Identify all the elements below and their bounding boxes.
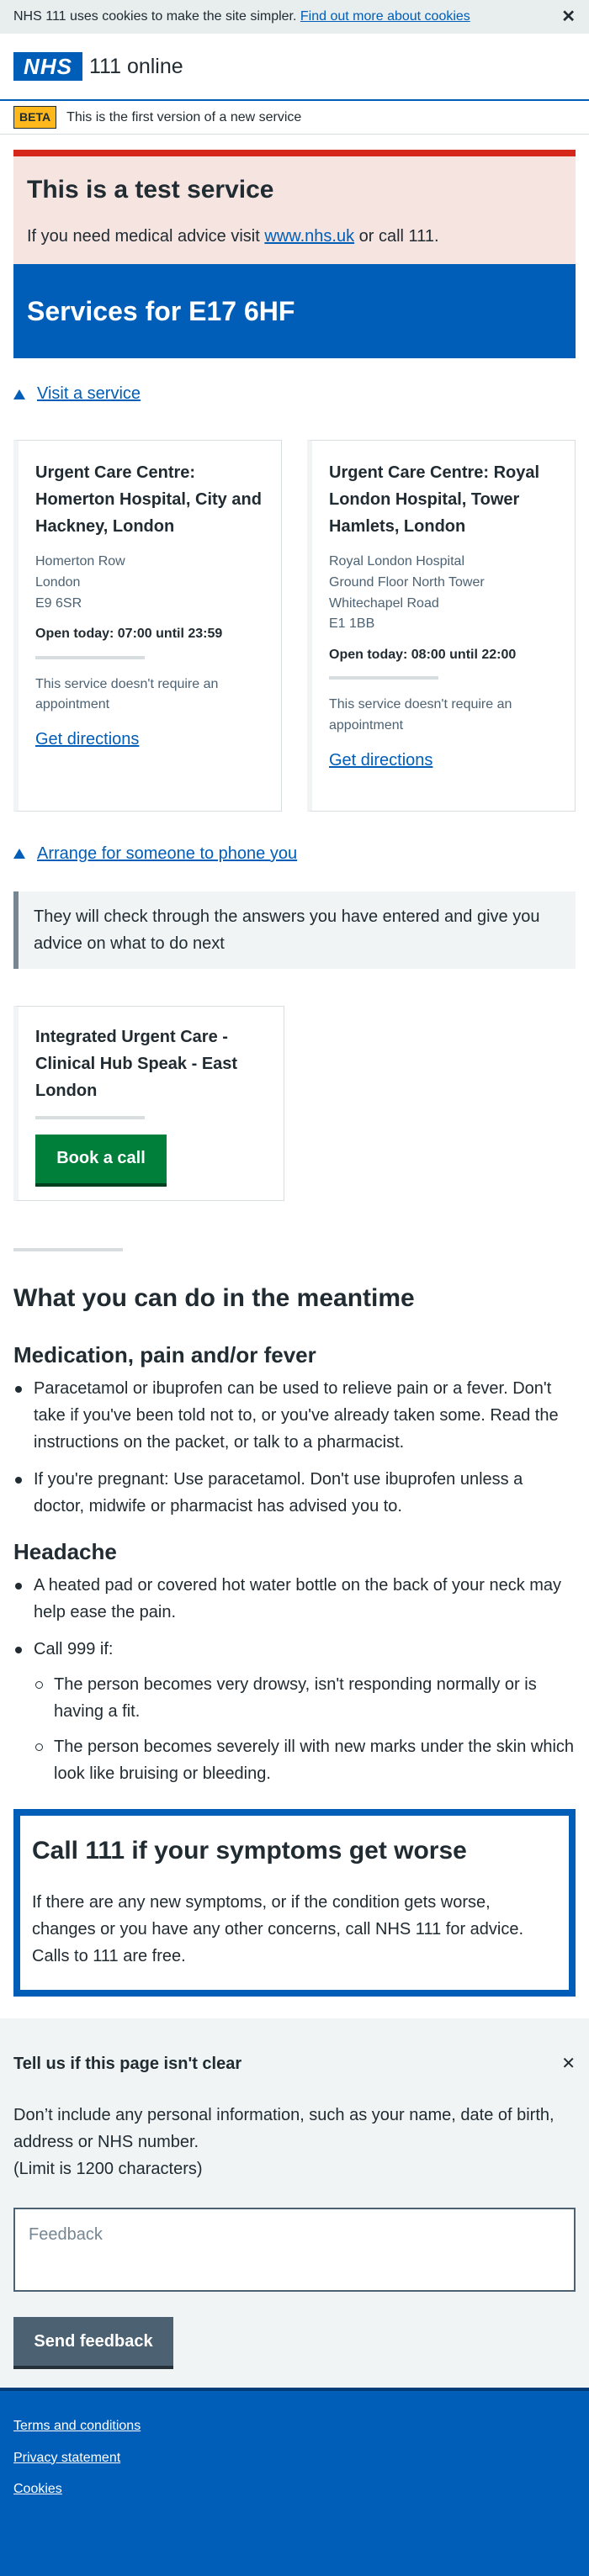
footer-link-terms[interactable]: Terms and conditions	[13, 2416, 576, 2436]
footer-link-cookies[interactable]: Cookies	[13, 2479, 576, 2499]
test-service-text-before: If you need medical advice visit	[27, 227, 265, 246]
inset-text: They will check through the answers you …	[13, 891, 576, 969]
address-line: E9 6SR	[35, 595, 82, 611]
cookie-message: NHS 111 uses cookies to make the site si…	[13, 9, 297, 24]
beta-banner: BETA This is the first version of a new …	[0, 101, 589, 135]
nhs-logo[interactable]: NHS	[13, 52, 82, 81]
service-address: Royal London Hospital Ground Floor North…	[329, 552, 561, 635]
call-service-name: Integrated Urgent Care - Clinical Hub Sp…	[35, 1027, 238, 1100]
service-cards: Urgent Care Centre: Homerton Hospital, C…	[13, 440, 576, 812]
call-999-text: Call 999 if:	[34, 1639, 114, 1658]
address-line: Ground Floor North Tower	[329, 574, 485, 590]
headache-list: A heated pad or covered hot water bottle…	[13, 1572, 576, 1787]
address-line: Whitechapel Road	[329, 595, 439, 611]
feedback-limit: (Limit is 1200 characters)	[13, 2160, 203, 2179]
visit-service-section: Visit a service	[13, 382, 576, 406]
divider	[35, 1115, 145, 1119]
service-name: Urgent Care Centre: Royal London Hospita…	[329, 463, 540, 536]
address-line: Homerton Row	[35, 554, 125, 569]
opening-hours: Open today: 07:00 until 23:59	[35, 627, 223, 642]
triangle-up-icon	[13, 849, 25, 860]
divider	[35, 655, 145, 659]
service-address: Homerton Row London E9 6SR	[35, 552, 268, 614]
list-item: A heated pad or covered hot water bottle…	[13, 1572, 576, 1626]
medication-heading: Medication, pain and/or fever	[13, 1342, 316, 1368]
opening-hours: Open today: 08:00 until 22:00	[329, 648, 517, 663]
meantime-heading: What you can do in the meantime	[13, 1283, 415, 1312]
care-card-title: Call 111 if your symptoms get worse	[32, 1836, 467, 1865]
phone-section: Arrange for someone to phone you	[13, 842, 576, 866]
address-line: E1 1BB	[329, 616, 375, 632]
care-card-text: If there are any new symptoms, or if the…	[32, 1893, 524, 1966]
appointment-note: This service doesn't require an appointm…	[329, 697, 512, 733]
get-directions-link[interactable]: Get directions	[329, 751, 432, 770]
send-feedback-button[interactable]: Send feedback	[13, 2317, 173, 2367]
test-service-title: This is a test service	[27, 176, 274, 204]
call-service-card: Integrated Urgent Care - Clinical Hub Sp…	[13, 1005, 284, 1201]
beta-tag: BETA	[13, 106, 57, 129]
list-item: Call 999 if: The person becomes very dro…	[13, 1636, 576, 1787]
address-line: London	[35, 574, 81, 590]
beta-text: This is the first version of a new servi…	[66, 109, 302, 124]
call-999-list: The person becomes very drowsy, isn't re…	[34, 1671, 576, 1787]
close-icon[interactable]: ✕	[561, 5, 576, 29]
cookie-info-link[interactable]: Find out more about cookies	[300, 9, 470, 24]
medication-list: Paracetamol or ibuprofen can be used to …	[13, 1375, 576, 1520]
service-name[interactable]: 111 online	[89, 51, 183, 82]
arrange-phone-link[interactable]: Arrange for someone to phone you	[37, 842, 297, 866]
feedback-instructions: Don’t include any personal information, …	[13, 2102, 576, 2182]
care-card: Call 111 if your symptoms get worse If t…	[13, 1808, 576, 1997]
feedback-text: Don’t include any personal information, …	[13, 2106, 555, 2152]
feedback-title: Tell us if this page isn't clear	[13, 2055, 242, 2074]
service-name: Urgent Care Centre: Homerton Hospital, C…	[35, 463, 262, 536]
address-line: Royal London Hospital	[329, 554, 464, 569]
site-footer: Terms and conditions Privacy statement C…	[0, 2388, 589, 2576]
feedback-field[interactable]: Feedback	[13, 2208, 576, 2293]
get-directions-link[interactable]: Get directions	[35, 730, 139, 748]
close-icon[interactable]: ✕	[561, 2052, 576, 2076]
cookie-text: NHS 111 uses cookies to make the site si…	[13, 7, 470, 26]
service-card: Urgent Care Centre: Royal London Hospita…	[307, 440, 576, 812]
site-header: NHS 111 online	[0, 34, 589, 101]
headache-heading: Headache	[13, 1539, 117, 1565]
list-item: Paracetamol or ibuprofen can be used to …	[13, 1375, 576, 1456]
feedback-header: Tell us if this page isn't clear ✕	[13, 2052, 576, 2076]
triangle-up-icon	[13, 389, 25, 399]
book-call-button[interactable]: Book a call	[35, 1134, 167, 1183]
divider	[329, 676, 438, 680]
cookie-banner: NHS 111 uses cookies to make the site si…	[0, 0, 589, 34]
list-item: The person becomes very drowsy, isn't re…	[34, 1671, 576, 1725]
visit-service-link[interactable]: Visit a service	[37, 382, 141, 406]
test-service-text-after: or call 111.	[354, 227, 439, 246]
section-divider	[13, 1247, 123, 1251]
service-card: Urgent Care Centre: Homerton Hospital, C…	[13, 440, 282, 812]
feedback-section: Tell us if this page isn't clear ✕ Don’t…	[0, 2018, 589, 2388]
footer-link-privacy[interactable]: Privacy statement	[13, 2448, 576, 2468]
test-service-warning: This is a test service If you need medic…	[13, 150, 576, 264]
page-title: Services for E17 6HF	[13, 264, 576, 358]
appointment-note: This service doesn't require an appointm…	[35, 676, 219, 712]
test-service-text: If you need medical advice visit www.nhs…	[27, 225, 562, 249]
nhs-website-link[interactable]: www.nhs.uk	[264, 227, 354, 246]
list-item: If you're pregnant: Use paracetamol. Don…	[13, 1466, 576, 1520]
list-item: The person becomes severely ill with new…	[34, 1733, 576, 1787]
